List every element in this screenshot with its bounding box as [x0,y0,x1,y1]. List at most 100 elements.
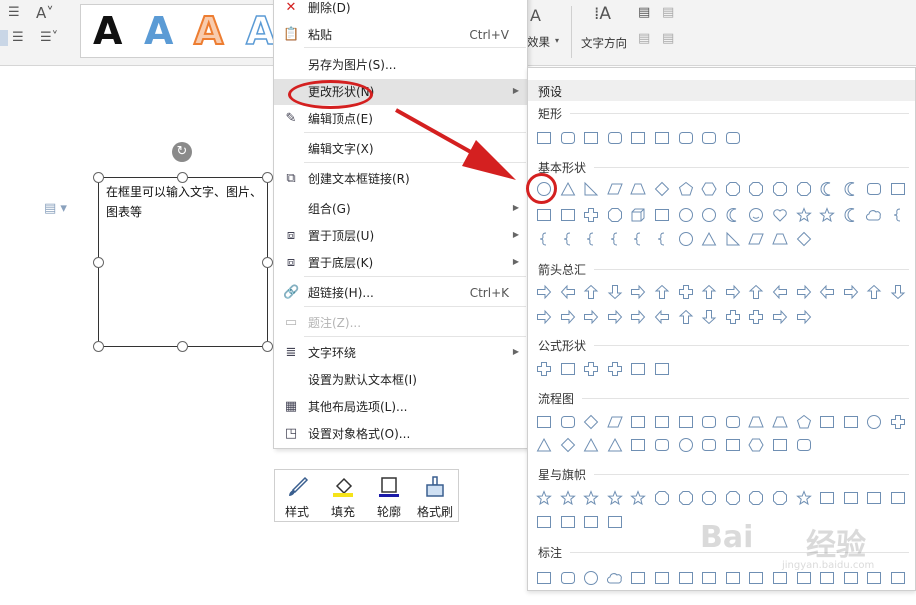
shape-option-rect-icon[interactable] [560,514,576,530]
shape-option-rrect-icon[interactable] [701,437,717,453]
wordart-style-4[interactable]: A [245,8,276,54]
shape-option-rect-icon[interactable] [866,570,882,586]
shape-option-arrowR-icon[interactable] [536,284,552,300]
shape-option-rect-icon[interactable] [819,414,835,430]
shape-option-trap-icon[interactable] [748,414,765,430]
text-effect-icon[interactable]: A [530,6,541,25]
shape-option-rect-icon[interactable] [654,570,670,586]
shape-option-arrowL-icon[interactable] [654,309,670,325]
shape-option-oct-icon[interactable] [748,490,764,506]
shape-option-circle-icon[interactable] [866,414,882,430]
shape-option-moon-icon[interactable] [843,207,859,223]
shape-option-para-icon[interactable] [607,181,623,197]
shape-option-rect-icon[interactable] [678,414,694,430]
shape-option-oct-icon[interactable] [725,181,741,197]
align-text-bottom-icon[interactable]: ▤ [638,31,650,46]
shape-option-rect-icon[interactable] [607,514,623,530]
shape-option-rrect-icon[interactable] [560,570,576,586]
menu-item-11[interactable]: 🔗 超链接(H)... Ctrl+K [274,280,527,306]
shape-option-rrect-icon[interactable] [701,130,717,146]
shape-option-circle-icon[interactable] [583,570,599,586]
shape-option-diam-icon[interactable] [583,414,599,430]
menu-item-1[interactable]: ✕ 删除(D) [274,0,527,21]
page-layout-icon[interactable]: ▤ ▾ [44,201,67,216]
chevron-down-icon[interactable]: ▾ [555,36,559,45]
wordart-style-3[interactable]: A [193,8,224,54]
shape-option-arrowR-icon[interactable] [796,284,812,300]
shape-option-rrect-icon[interactable] [725,414,741,430]
wordart-style-2[interactable]: A [144,9,173,53]
shape-option-rect-icon[interactable] [843,490,859,506]
shape-option-rect-icon[interactable] [536,514,552,530]
shape-option-tri-icon[interactable] [560,181,576,197]
shape-option-rect-icon[interactable] [843,414,859,430]
menu-item-10[interactable]: ⧈ 置于底层(K) ▶ [274,250,527,276]
shape-option-rect-icon[interactable] [630,570,646,586]
menu-item-9[interactable]: ⧈ 置于顶层(U) ▶ [274,223,527,249]
shape-option-rect-icon[interactable] [583,514,599,530]
shape-option-diam-icon[interactable] [796,231,812,247]
shape-option-moon-icon[interactable] [819,181,835,197]
shape-option-pent-icon[interactable] [796,414,812,430]
shape-option-para-icon[interactable] [748,231,765,247]
shape-option-rect-icon[interactable] [654,361,670,377]
shape-option-oct-icon[interactable] [654,490,670,506]
resize-handle-e[interactable] [262,257,273,268]
resize-handle-se[interactable] [262,341,273,352]
shape-option-rect-icon[interactable] [890,570,906,586]
shape-option-star-icon[interactable] [606,490,623,506]
text-direction-icon[interactable]: ⁞A [594,4,611,24]
text-box-content[interactable]: 在框里可以输入文字、图片、图表等 [106,182,264,222]
shape-option-arrowR-icon[interactable] [536,309,552,325]
shape-option-plus-icon[interactable] [748,309,764,325]
shape-option-arrowR-icon[interactable] [843,284,859,300]
shape-option-trap-icon[interactable] [630,181,647,197]
shape-option-cube-icon[interactable] [630,207,646,223]
resize-handle-ne[interactable] [262,172,273,183]
resize-handle-sw[interactable] [93,341,104,352]
shape-option-rect-icon[interactable] [796,570,812,586]
shape-option-arrowR-icon[interactable] [560,309,576,325]
shape-option-rect-icon[interactable] [819,490,835,506]
shape-option-arrowR-icon[interactable] [725,284,741,300]
shape-option-rect-icon[interactable] [630,361,646,377]
shape-option-arrowR-icon[interactable] [772,309,788,325]
shape-option-brace-icon[interactable] [583,231,599,247]
shape-option-brace-icon[interactable] [630,231,646,247]
shape-option-cloud-icon[interactable] [606,570,623,586]
shape-option-rect-icon[interactable] [536,130,552,146]
outline-button[interactable]: 轮廓 [367,470,411,523]
shape-option-rtri-icon[interactable] [583,181,599,197]
font-size-icon[interactable]: A˅ [36,4,54,22]
shape-option-rect-icon[interactable] [843,570,859,586]
shape-option-rect-icon[interactable] [583,130,599,146]
resize-handle-w[interactable] [93,257,104,268]
menu-item-15[interactable]: ▦ 其他布局选项(L)... [274,394,527,420]
shape-option-rect-icon[interactable] [748,570,764,586]
shape-option-oct-icon[interactable] [772,490,788,506]
shape-option-rect-icon[interactable] [890,181,906,197]
shape-option-rrect-icon[interactable] [678,130,694,146]
shape-option-rect-icon[interactable] [654,414,670,430]
shape-option-rect-icon[interactable] [866,490,882,506]
shape-option-oct-icon[interactable] [796,181,812,197]
shape-option-arrowD-icon[interactable] [607,284,623,300]
menu-item-5[interactable]: ✎ 编辑顶点(E) [274,106,527,132]
shape-option-rrect-icon[interactable] [654,437,670,453]
shape-option-arrowR-icon[interactable] [583,309,599,325]
shape-option-oct-icon[interactable] [607,207,623,223]
shape-option-plus-icon[interactable] [536,361,552,377]
shape-option-brace-icon[interactable] [890,207,906,223]
shape-option-rect-icon[interactable] [701,570,717,586]
shape-option-brace-icon[interactable] [607,231,623,247]
menu-item-3[interactable]: 另存为图片(S)... [274,52,527,78]
menu-item-2[interactable]: 📋 粘贴 Ctrl+V [274,22,527,48]
menu-item-14[interactable]: 设置为默认文本框(I) [274,367,527,393]
shape-option-arrowU-icon[interactable] [583,284,599,300]
shape-option-moon-icon[interactable] [725,207,741,223]
menu-item-8[interactable]: 组合(G) ▶ [274,196,527,222]
shape-option-star-icon[interactable] [536,490,552,506]
shape-option-plus-icon[interactable] [607,361,623,377]
shape-option-star-icon[interactable] [795,490,812,506]
shape-option-circle-icon[interactable] [678,231,694,247]
